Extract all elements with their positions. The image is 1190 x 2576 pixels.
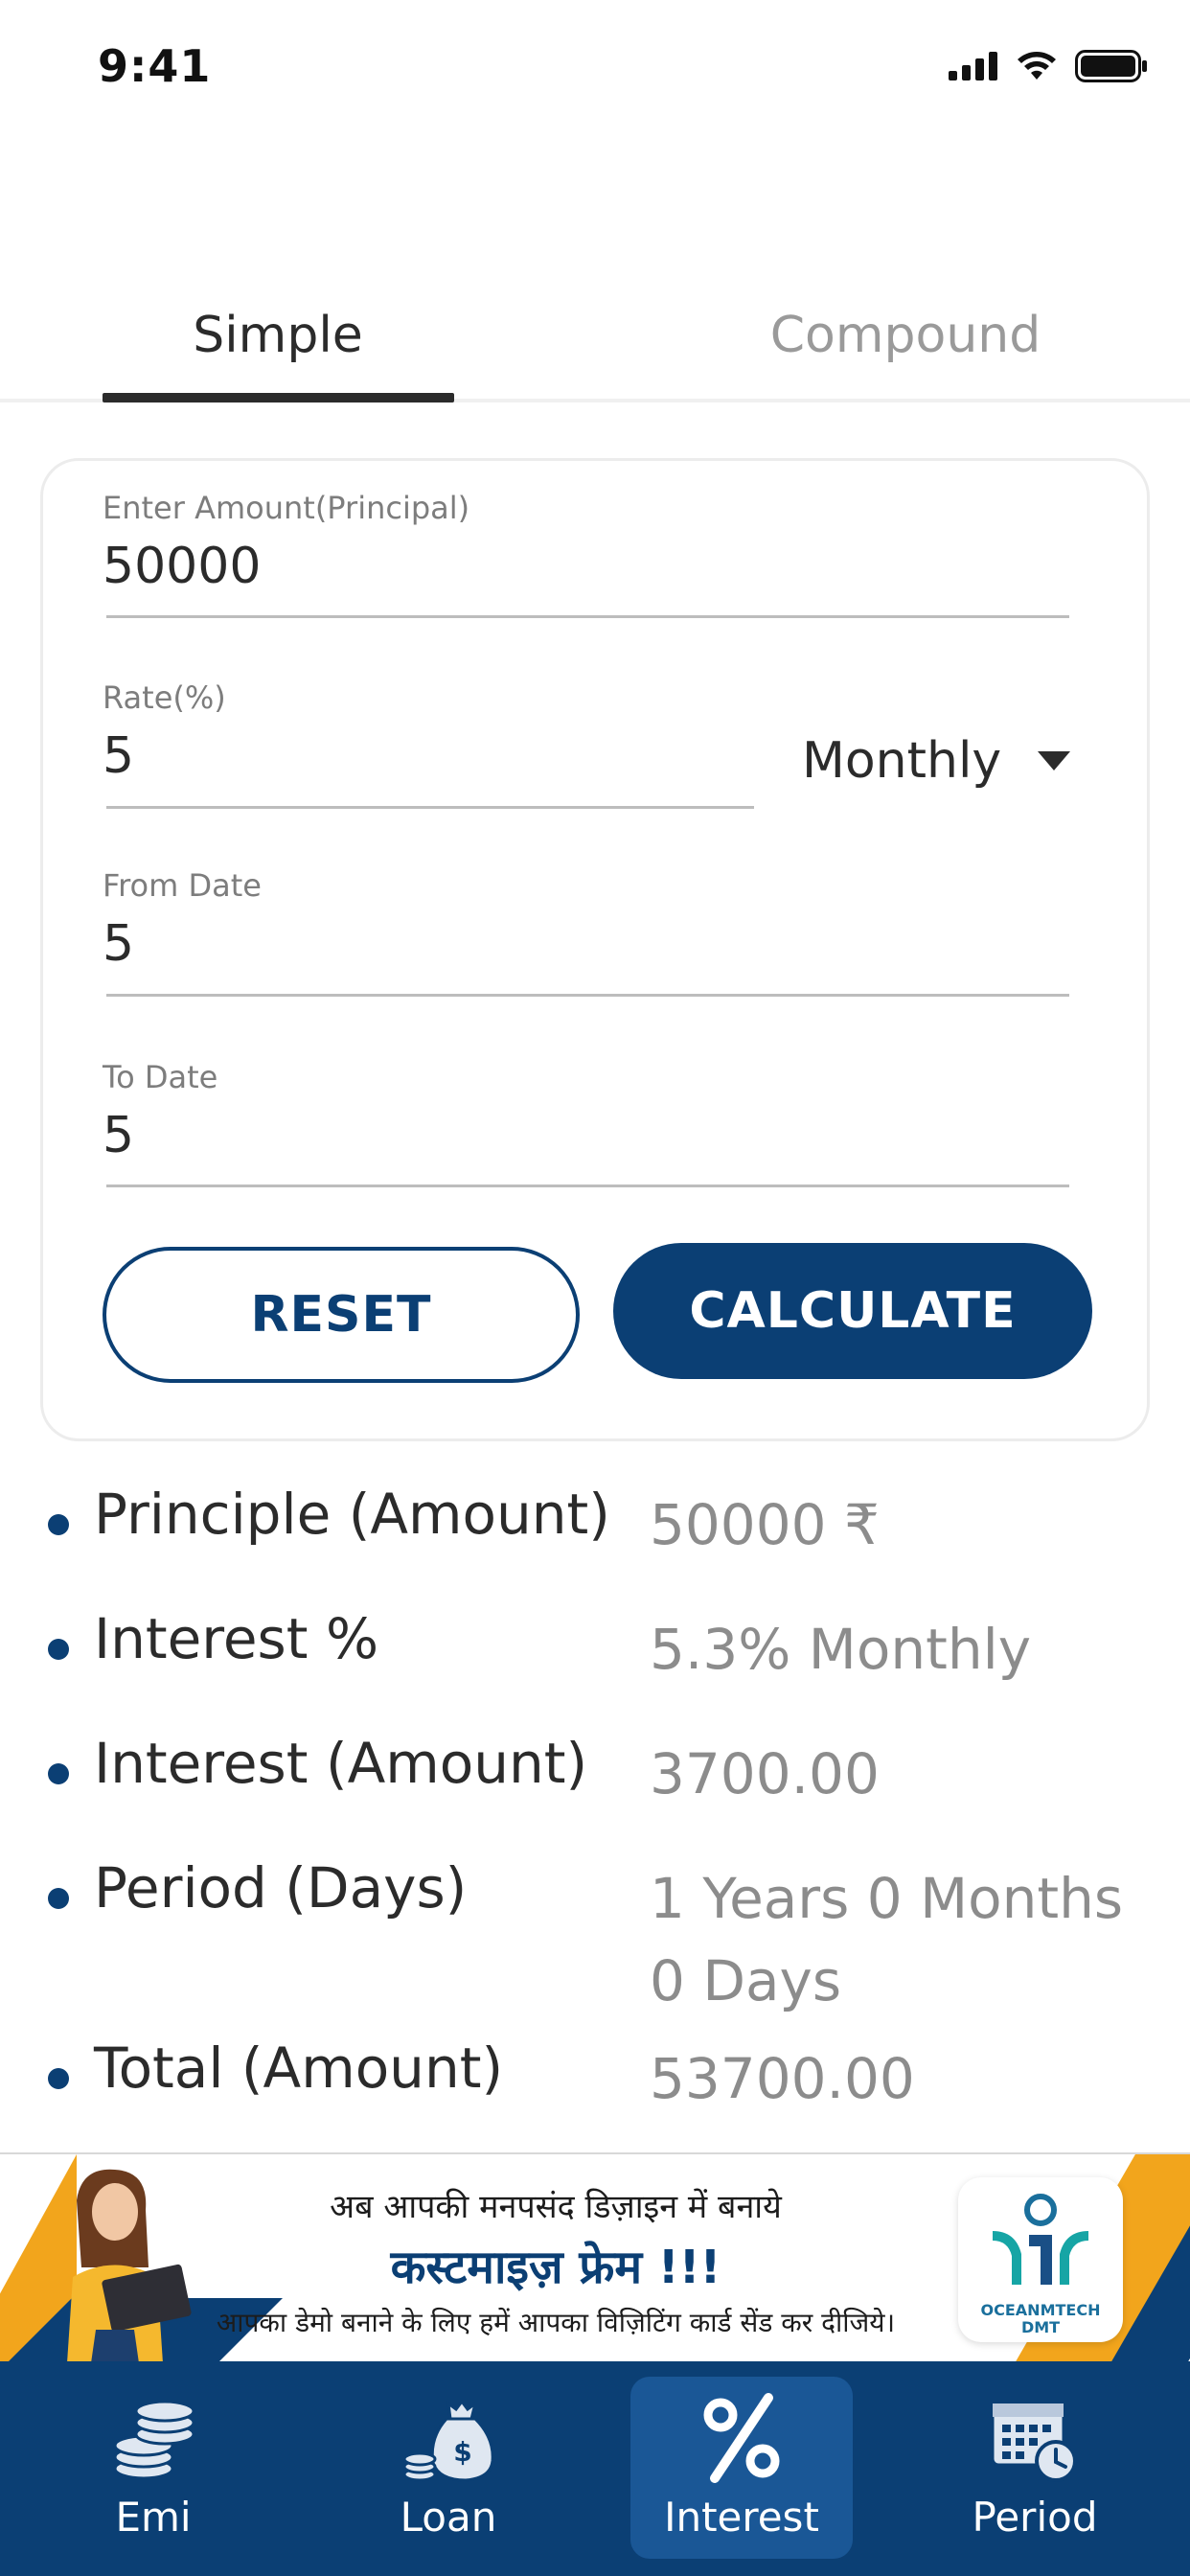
status-time: 9:41 <box>98 40 212 92</box>
nav-label: Interest <box>664 2494 819 2541</box>
from-date-underline <box>106 994 1069 997</box>
logo-caption-line1: OCEANMTECH <box>980 2301 1101 2319</box>
banner-headline: अब आपकी मनपसंद डिज़ाइन में बनाये <box>330 2188 782 2226</box>
calendar-clock-icon <box>991 2402 1077 2482</box>
rate-underline <box>106 806 754 809</box>
status-bar: 9:41 <box>0 0 1190 134</box>
ad-banner[interactable]: अब आपकी मनपसंद डिज़ाइन में बनाये कस्टमाइ… <box>0 2152 1190 2361</box>
principal-field[interactable]: Enter Amount(Principal) 50000 <box>103 490 469 595</box>
rate-period-dropdown[interactable]: Monthly <box>802 732 1071 790</box>
coins-stack-icon <box>113 2400 195 2480</box>
rate-field[interactable]: Rate(%) 5 <box>103 679 226 785</box>
nav-label: Loan <box>400 2494 497 2541</box>
nav-label: Period <box>972 2494 1098 2541</box>
principal-underline <box>106 615 1069 618</box>
result-label: Interest % <box>94 1606 379 1671</box>
principal-input[interactable]: 50000 <box>103 538 469 595</box>
battery-icon <box>1075 50 1147 82</box>
rate-label: Rate(%) <box>103 679 226 716</box>
result-label: Interest (Amount) <box>94 1731 588 1796</box>
tab-simple[interactable]: Simple <box>77 307 479 364</box>
calculate-button[interactable]: CALCULATE <box>613 1243 1092 1379</box>
svg-text:$: $ <box>453 2436 471 2468</box>
tab-compound[interactable]: Compound <box>704 307 1107 364</box>
bullet-dot <box>48 1888 69 1909</box>
result-value-line2: 0 Days <box>650 1948 842 2013</box>
result-value: 1 Years 0 Months <box>650 1866 1124 1931</box>
woman-with-laptop-image <box>67 2169 192 2361</box>
interest-input-card: Enter Amount(Principal) 50000 Rate(%) 5 … <box>40 458 1150 1441</box>
caret-down-icon <box>1038 751 1071 770</box>
result-label: Total (Amount) <box>94 2036 504 2101</box>
to-date-label: To Date <box>103 1059 218 1095</box>
to-date-input[interactable]: 5 <box>103 1107 217 1164</box>
bullet-dot <box>48 1639 69 1660</box>
result-value: 5.3% Monthly <box>650 1617 1032 1682</box>
logo-caption-line2: DMT <box>1020 2318 1061 2336</box>
nav-label: Emi <box>115 2494 192 2541</box>
banner-subtext: आपका डेमो बनाने के लिए हमें आपका विज़िटि… <box>216 2307 896 2338</box>
nav-item-emi[interactable]: Emi <box>42 2361 264 2576</box>
percent-icon <box>703 2393 780 2483</box>
nav-item-loan[interactable]: $ Loan <box>337 2361 560 2576</box>
result-value: 50000 ₹ <box>650 1492 880 1557</box>
to-date-underline <box>106 1184 1069 1187</box>
calculator-type-tabs: Simple Compound <box>0 278 1190 402</box>
active-tab-indicator <box>103 393 454 402</box>
bullet-dot <box>48 1763 69 1784</box>
banner-title: कस्टमाइज़ फ्रेम !!! <box>390 2241 721 2294</box>
reset-button[interactable]: RESET <box>103 1247 580 1383</box>
cellular-signal-icon <box>949 52 997 80</box>
status-icons <box>949 50 1148 82</box>
oceanmtech-logo: OCEANMTECH DMT <box>958 2177 1123 2342</box>
to-date-field[interactable]: To Date 5 <box>103 1059 217 1164</box>
nav-item-interest[interactable]: Interest <box>630 2361 853 2576</box>
result-value: 53700.00 <box>650 2046 915 2111</box>
money-bag-icon: $ <box>402 2399 494 2482</box>
oceanmtech-logo-icon <box>993 2194 1088 2285</box>
bottom-navigation: Emi $ Loan Interest Period <box>0 2361 1190 2576</box>
nav-item-period[interactable]: Period <box>924 2361 1146 2576</box>
logo-caption: OCEANMTECH DMT <box>958 2302 1123 2336</box>
bullet-dot <box>48 1514 69 1535</box>
wifi-icon <box>1018 52 1056 80</box>
from-date-field[interactable]: From Date 5 <box>103 867 262 973</box>
result-value: 3700.00 <box>650 1741 880 1806</box>
result-label: Principle (Amount) <box>94 1482 610 1547</box>
principal-label: Enter Amount(Principal) <box>103 490 470 526</box>
rate-input[interactable]: 5 <box>103 727 226 785</box>
from-date-label: From Date <box>103 867 262 904</box>
rate-period-value: Monthly <box>802 732 1002 790</box>
result-label: Period (Days) <box>94 1855 468 1920</box>
bullet-dot <box>48 2068 69 2089</box>
from-date-input[interactable]: 5 <box>103 915 262 973</box>
